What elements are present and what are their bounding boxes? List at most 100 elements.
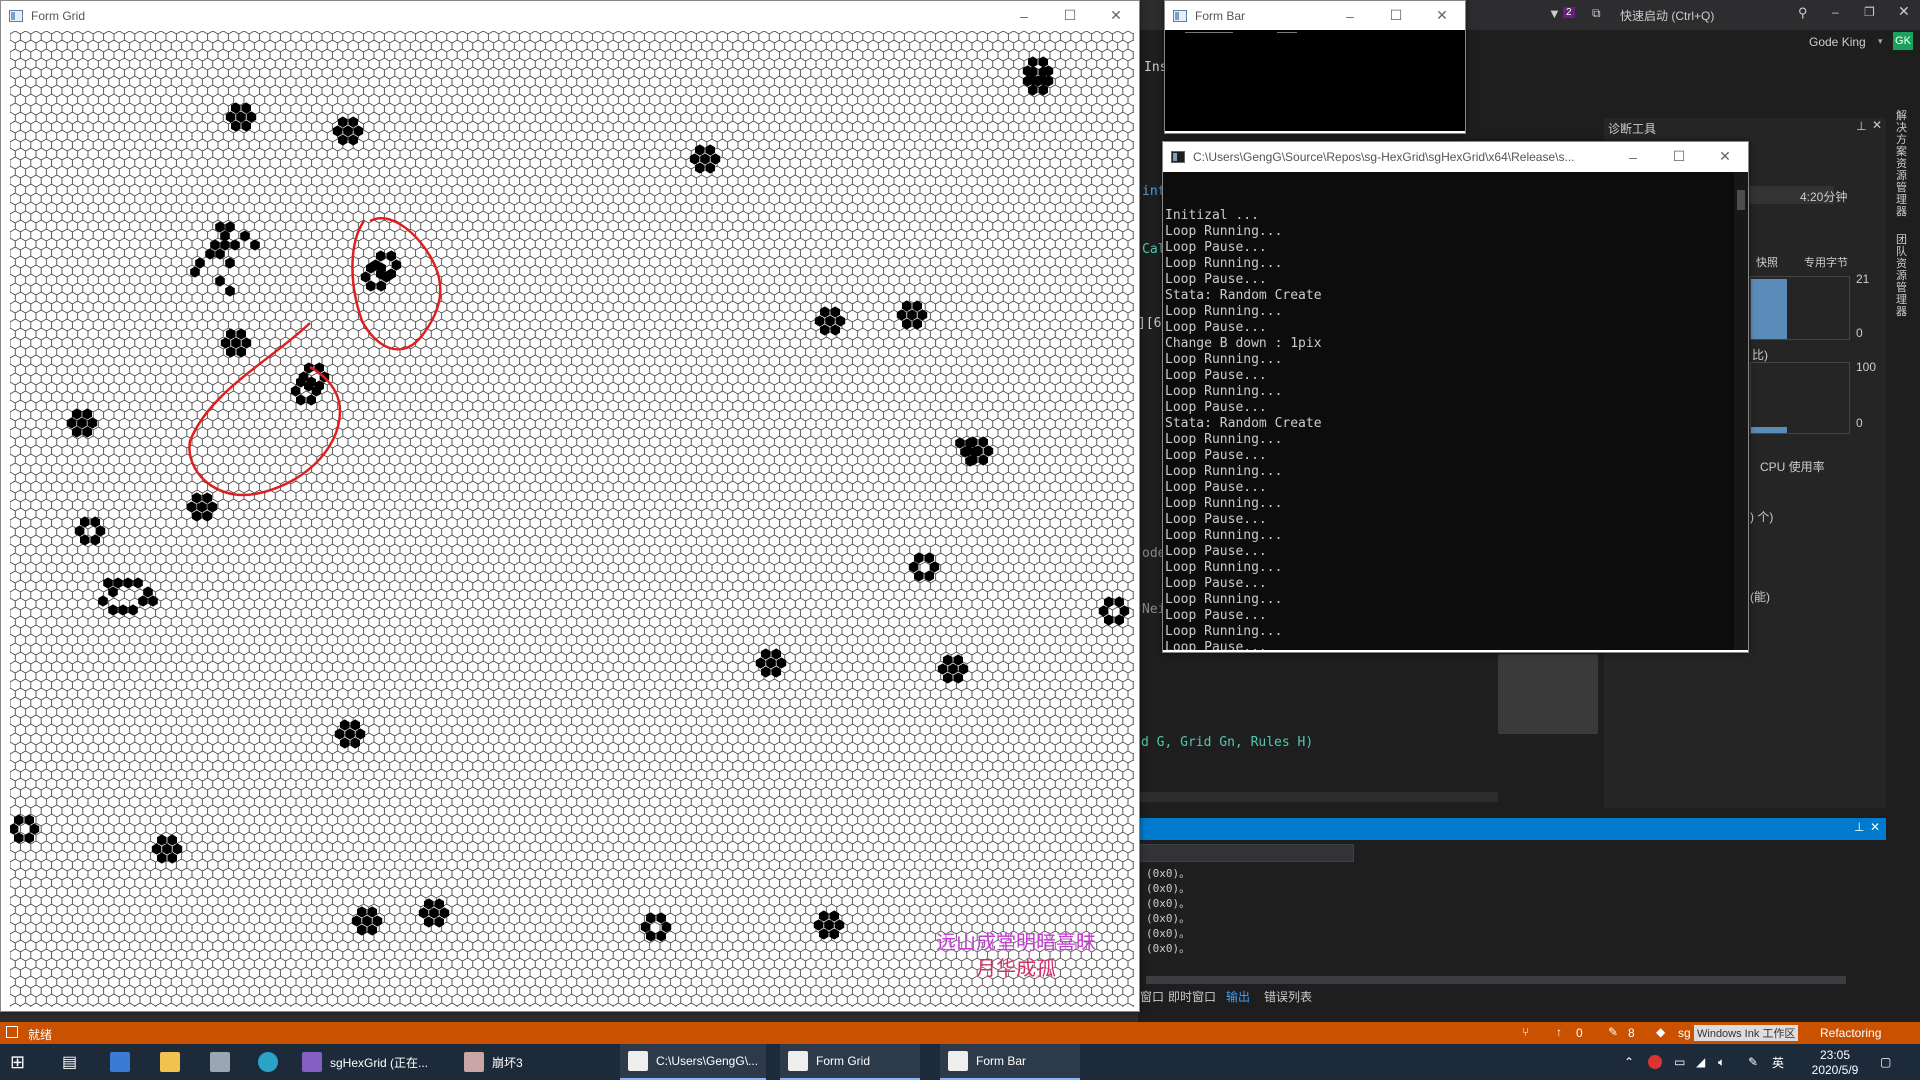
- console-line: Loop Pause...: [1165, 448, 1267, 463]
- tab-immediate-window[interactable]: 即时窗口: [1168, 988, 1216, 1005]
- cpu-pct-label: 比): [1752, 348, 1768, 362]
- form-bar-canvas: [1165, 30, 1465, 131]
- edit-icon: ✎: [1608, 1025, 1619, 1039]
- volume-icon[interactable]: 🔈︎: [1718, 1044, 1725, 1080]
- up-count[interactable]: 0: [1576, 1026, 1583, 1040]
- pen-icon[interactable]: ✎: [1748, 1044, 1758, 1080]
- form-bar-window[interactable]: Form Bar – ☐ ✕: [1164, 0, 1466, 134]
- maximize-button[interactable]: ☐: [1047, 1, 1093, 30]
- repo-name[interactable]: sg: [1678, 1026, 1691, 1040]
- start-button[interactable]: ⊞: [10, 1044, 25, 1080]
- search-icon[interactable]: ⚲: [1798, 5, 1808, 21]
- restore-icon[interactable]: ❐: [1864, 5, 1875, 19]
- perf-label: (能): [1750, 590, 1770, 604]
- console-line: Stata: Random Create: [1165, 416, 1322, 431]
- taskbar-item-console[interactable]: C:\Users\GengG\...: [620, 1044, 767, 1080]
- close-output-icon[interactable]: ✕: [1870, 820, 1880, 834]
- maximize-button[interactable]: ☐: [1373, 1, 1419, 30]
- output-panel-header: ⊥ ✕: [1138, 818, 1886, 840]
- refactoring-label[interactable]: Refactoring: [1820, 1026, 1881, 1040]
- console-icon: [628, 1051, 648, 1071]
- filter-count-badge: 2: [1563, 7, 1575, 18]
- chevron-up-icon[interactable]: ⌃: [1624, 1044, 1634, 1080]
- feedback-icon[interactable]: ⧉: [1592, 6, 1601, 21]
- task-view-icon[interactable]: ▤: [62, 1044, 77, 1080]
- console-line: Loop Running...: [1165, 384, 1283, 399]
- console-scrollbar[interactable]: [1734, 172, 1748, 650]
- console-line: Loop Pause...: [1165, 576, 1267, 591]
- console-output[interactable]: Initizal ... Loop Running... Loop Pause...…: [1163, 172, 1748, 650]
- memory-max: 21: [1856, 272, 1870, 286]
- file-explorer-icon[interactable]: [160, 1044, 188, 1080]
- pin-icon[interactable]: ⊥: [1854, 820, 1864, 834]
- minimize-icon[interactable]: –: [1832, 5, 1839, 19]
- email-icon[interactable]: [210, 1044, 238, 1080]
- avatar[interactable]: GK: [1893, 32, 1913, 50]
- repo-icon: ◆: [1656, 1025, 1666, 1039]
- minimize-button[interactable]: –: [1610, 142, 1656, 171]
- maximize-button[interactable]: ☐: [1656, 142, 1702, 171]
- code-signature: d G, Grid Gn, Rules H): [1141, 735, 1314, 750]
- close-icon[interactable]: ✕: [1898, 3, 1910, 20]
- game-icon: [464, 1052, 484, 1072]
- console-line: Loop Running...: [1165, 304, 1283, 319]
- quick-launch-input[interactable]: 快速启动 (Ctrl+Q): [1620, 7, 1794, 24]
- console-titlebar[interactable]: C:\Users\GengG\Source\Repos\sg-HexGrid\s…: [1163, 142, 1748, 172]
- watermark-text: 远山成堂明暗喜昧 月华成孤: [916, 929, 1116, 981]
- team-explorer-tab[interactable]: 团队资源管理器: [1896, 234, 1908, 318]
- console-title: C:\Users\GengG\Source\Repos\sg-HexGrid\s…: [1193, 150, 1575, 164]
- cpu-usage-tab[interactable]: CPU 使用率: [1760, 458, 1825, 475]
- form-grid-titlebar[interactable]: Form Grid – ☐ ✕: [1, 1, 1139, 30]
- output-lines: (0x0)。 (0x0)。 (0x0)。 (0x0)。 (0x0)。 (0x0)…: [1146, 866, 1190, 956]
- console-line: Initizal ...: [1165, 208, 1259, 223]
- close-button[interactable]: ✕: [1093, 1, 1139, 30]
- taskbar-item-form-grid[interactable]: Form Grid: [780, 1044, 920, 1080]
- branch-icon[interactable]: ⑂: [1522, 1025, 1529, 1039]
- output-hscrollbar[interactable]: [1146, 976, 1846, 984]
- hex-grid-canvas[interactable]: [8, 31, 1134, 1007]
- close-button[interactable]: ✕: [1419, 1, 1465, 30]
- memory-min: 0: [1856, 326, 1863, 340]
- output-line: (0x0)。: [1146, 927, 1191, 940]
- app-icon: [9, 9, 23, 22]
- console-line: Loop Running...: [1165, 528, 1283, 543]
- output-panel: (0x0)。 (0x0)。 (0x0)。 (0x0)。 (0x0)。 (0x0)…: [1138, 840, 1886, 988]
- filter-icon[interactable]: ▼: [1548, 6, 1561, 21]
- console-line: Loop Pause...: [1165, 640, 1267, 650]
- edge-icon[interactable]: [258, 1044, 286, 1080]
- output-source-select[interactable]: [1138, 844, 1354, 862]
- pin-icon[interactable]: ⊥: [1856, 119, 1866, 133]
- form-grid-window[interactable]: Form Grid – ☐ ✕ 远山成堂明暗喜昧 月华成孤: [0, 0, 1140, 1012]
- taskbar-item-game[interactable]: 崩坏3: [464, 1044, 523, 1080]
- editor-hscrollbar[interactable]: [1138, 792, 1498, 802]
- taskbar-item-form-bar[interactable]: Form Bar: [940, 1044, 1080, 1080]
- console-window[interactable]: C:\Users\GengG\Source\Repos\sg-HexGrid\s…: [1162, 141, 1749, 653]
- store-icon[interactable]: [110, 1044, 138, 1080]
- minimize-button[interactable]: –: [1327, 1, 1373, 30]
- tab-window[interactable]: 窗口: [1140, 988, 1164, 1005]
- console-line: Loop Pause...: [1165, 480, 1267, 495]
- notification-icon[interactable]: ▢: [1880, 1044, 1891, 1080]
- tray-app-icon[interactable]: [1648, 1044, 1670, 1080]
- form-bar-titlebar[interactable]: Form Bar – ☐ ✕: [1165, 1, 1465, 30]
- close-panel-icon[interactable]: ✕: [1872, 118, 1882, 132]
- console-line: Loop Pause...: [1165, 544, 1267, 559]
- tab-error-list[interactable]: 错误列表: [1264, 988, 1312, 1005]
- close-button[interactable]: ✕: [1702, 142, 1748, 171]
- console-icon: [1171, 151, 1185, 163]
- clock[interactable]: 23:05 2020/5/9: [1800, 1048, 1870, 1078]
- taskbar-item-sghexgrid[interactable]: sgHexGrid (正在...: [302, 1044, 428, 1080]
- ime-indicator[interactable]: 英: [1772, 1044, 1784, 1080]
- windows-ink-label[interactable]: Windows Ink 工作区: [1694, 1025, 1799, 1041]
- minimize-button[interactable]: –: [1001, 1, 1047, 30]
- taskbar: ⊞ ▤ sgHexGrid (正在... 崩坏3 C:\Users\GengG\…: [0, 1044, 1920, 1080]
- cpu-max: 100: [1856, 360, 1877, 374]
- tab-output[interactable]: 输出: [1226, 988, 1250, 1005]
- solution-explorer-tab[interactable]: 解决方案资源管理器: [1896, 110, 1908, 218]
- cpu-graph: [1750, 362, 1850, 434]
- console-line: Loop Running...: [1165, 560, 1283, 575]
- edit-count[interactable]: 8: [1628, 1026, 1635, 1040]
- user-name[interactable]: Gode King: [1809, 35, 1866, 49]
- network-icon[interactable]: ◢: [1696, 1044, 1705, 1080]
- battery-icon[interactable]: ▭: [1674, 1044, 1685, 1080]
